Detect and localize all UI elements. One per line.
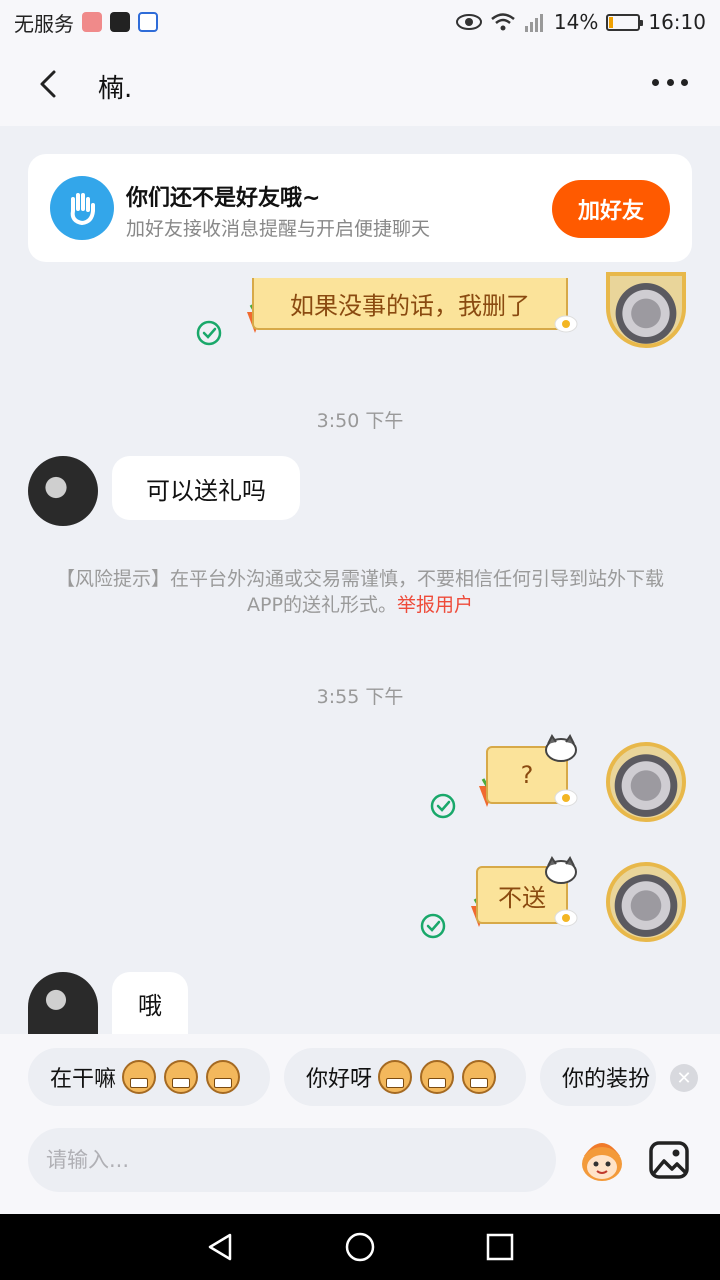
timestamp: 3:55 下午 [316,686,404,708]
app-notification-icon [82,12,102,32]
read-check-icon [430,793,456,819]
chevron-left-icon[interactable] [32,66,68,102]
received-bubble[interactable]: 哦 [112,972,188,1034]
message-text: 可以送礼吗 [146,476,266,505]
report-user-link[interactable]: 举报用户 [397,594,473,616]
contact-avatar[interactable] [28,972,98,1034]
quick-reply-text: 你的装扮 [562,1067,651,1092]
baidu-icon [138,12,158,32]
chat-title: 楠. [98,74,133,104]
message-input[interactable] [28,1128,556,1192]
quick-reply-chip[interactable]: 你的装扮 [540,1048,656,1106]
monkey-emoji-icon [122,1060,157,1094]
chat-header: 楠. [0,44,720,126]
capcut-icon [110,12,130,32]
monkey-emoji-icon [164,1060,199,1094]
wifi-icon [491,13,515,31]
nav-back-icon[interactable] [204,1231,236,1263]
cat-sticker-icon [545,734,577,762]
more-dots-icon[interactable] [652,72,688,92]
risk-notice: 【风险提示】在平台外沟通或交易需谨慎，不要相信任何引导到站外下载APP的送礼形式… [40,566,680,618]
my-avatar[interactable] [606,862,686,942]
nav-home-icon[interactable] [344,1231,376,1263]
egg-icon [554,909,578,927]
add-friend-button[interactable]: 加好友 [552,180,670,238]
monkey-emoji-icon [378,1060,413,1094]
quick-reply-bar: 在干嘛 你好呀 你的装扮 ✕ [0,1034,720,1118]
quick-reply-text: 你好呀 [306,1067,373,1092]
image-icon[interactable] [648,1140,690,1180]
signal-icon [524,14,543,32]
my-avatar[interactable] [606,272,686,348]
read-check-icon [196,320,222,346]
egg-icon [554,315,578,333]
risk-text: 【风险提示】在平台外沟通或交易需谨慎，不要相信任何引导到站外下载APP的送礼形式… [55,568,664,616]
close-icon[interactable]: ✕ [670,1064,698,1092]
mascot-sticker-icon[interactable] [576,1136,628,1184]
friend-card-title: 你们还不是好友哦~ [126,186,321,211]
battery-percent: 14% [553,10,599,34]
message-text: ? [520,761,534,789]
quick-reply-chip[interactable]: 你好呀 [284,1048,526,1106]
quick-reply-text: 在干嘛 [50,1067,117,1092]
clock: 16:10 [648,10,706,34]
nav-recents-icon[interactable] [484,1231,516,1263]
friend-card-subtitle: 加好友接收消息提醒与开启便捷聊天 [126,218,431,240]
egg-icon [554,789,578,807]
quick-reply-chip[interactable]: 在干嘛 [28,1048,270,1106]
received-bubble[interactable]: 可以送礼吗 [112,456,300,520]
add-friend-card: 你们还不是好友哦~ 加好友接收消息提醒与开启便捷聊天 加好友 [28,154,692,262]
system-nav-bar [0,1214,720,1280]
message-text: 哦 [138,991,162,1020]
input-bar [0,1118,720,1214]
contact-avatar[interactable] [28,456,98,526]
eye-icon [455,14,482,30]
battery-icon [606,13,644,31]
read-check-icon [420,913,446,939]
cat-sticker-icon [545,856,577,884]
message-text: 如果没事的话，我删了 [290,291,530,320]
hand-wave-icon [50,176,114,240]
monkey-emoji-icon [420,1060,455,1094]
carrier-label: 无服务 [14,11,74,36]
sent-bubble[interactable]: 如果没事的话，我删了 [252,278,568,330]
my-avatar[interactable] [606,742,686,822]
timestamp: 3:50 下午 [316,410,404,432]
message-text: 不送 [498,883,546,912]
monkey-emoji-icon [462,1060,497,1094]
status-bar: 无服务 14% 16:10 [0,0,720,44]
monkey-emoji-icon [206,1060,241,1094]
